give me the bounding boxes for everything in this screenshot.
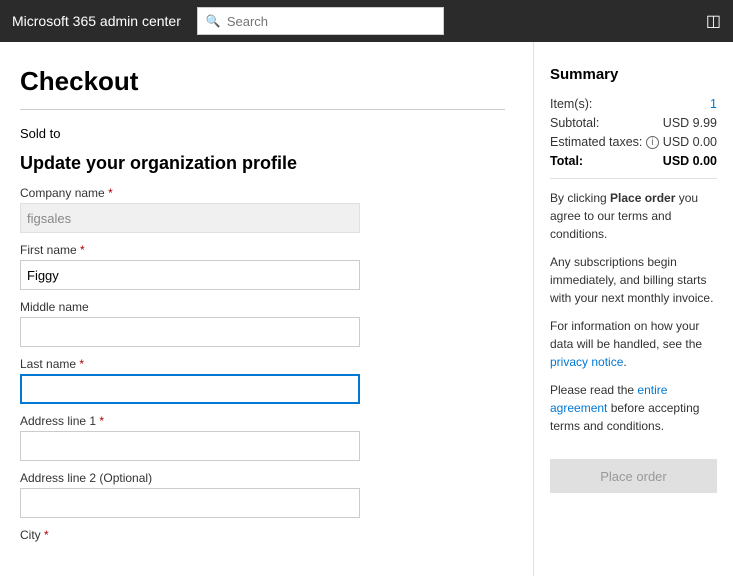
sold-to-label: Sold to xyxy=(20,126,505,141)
note2: Any subscriptions begin immediately, and… xyxy=(550,253,717,307)
tax-value: USD 0.00 xyxy=(663,135,717,149)
app-header: Microsoft 365 admin center 🔍 ◫ xyxy=(0,0,733,42)
section-title: Update your organization profile xyxy=(20,153,505,174)
middle-name-input[interactable] xyxy=(20,317,360,347)
subtotal-row: Subtotal: USD 9.99 xyxy=(550,116,717,130)
page-title: Checkout xyxy=(20,66,505,97)
last-name-group: Last name * xyxy=(20,357,505,404)
total-row: Total: USD 0.00 xyxy=(550,154,717,168)
company-name-input xyxy=(20,203,360,233)
total-label: Total: xyxy=(550,154,583,168)
address2-input[interactable] xyxy=(20,488,360,518)
total-value: USD 0.00 xyxy=(663,154,717,168)
grid-icon[interactable]: ◫ xyxy=(706,11,721,31)
last-name-input[interactable] xyxy=(20,374,360,404)
note3: For information on how your data will be… xyxy=(550,317,717,371)
search-icon: 🔍 xyxy=(206,14,221,28)
tax-label: Estimated taxes: i xyxy=(550,135,659,149)
first-name-group: First name * xyxy=(20,243,505,290)
items-row: Item(s): 1 xyxy=(550,97,717,111)
subtotal-label: Subtotal: xyxy=(550,116,599,130)
middle-name-label: Middle name xyxy=(20,300,505,314)
items-value: 1 xyxy=(710,97,717,111)
app-title: Microsoft 365 admin center xyxy=(12,13,181,29)
address1-label: Address line 1 * xyxy=(20,414,505,428)
company-name-label: Company name * xyxy=(20,186,505,200)
note1: By clicking Place order you agree to our… xyxy=(550,189,717,243)
city-label: City * xyxy=(20,528,505,542)
city-group: City * xyxy=(20,528,505,542)
subtotal-value: USD 9.99 xyxy=(663,116,717,130)
middle-name-group: Middle name xyxy=(20,300,505,347)
summary-divider xyxy=(550,178,717,179)
tax-info-icon[interactable]: i xyxy=(646,136,659,149)
first-name-label: First name * xyxy=(20,243,505,257)
summary-title: Summary xyxy=(550,66,717,83)
address2-group: Address line 2 (Optional) xyxy=(20,471,505,518)
main-container: Checkout Sold to Update your organizatio… xyxy=(0,42,733,576)
last-name-label: Last name * xyxy=(20,357,505,371)
items-label: Item(s): xyxy=(550,97,592,111)
search-input[interactable] xyxy=(227,14,436,29)
divider xyxy=(20,109,505,110)
first-name-input[interactable] xyxy=(20,260,360,290)
company-name-group: Company name * xyxy=(20,186,505,233)
place-order-button[interactable]: Place order xyxy=(550,459,717,493)
left-content: Checkout Sold to Update your organizatio… xyxy=(0,42,533,576)
address1-group: Address line 1 * xyxy=(20,414,505,461)
entire-agreement-link[interactable]: entire agreement xyxy=(550,383,667,415)
summary-panel: Summary Item(s): 1 Subtotal: USD 9.99 Es… xyxy=(533,42,733,576)
address1-input[interactable] xyxy=(20,431,360,461)
search-box[interactable]: 🔍 xyxy=(197,7,445,35)
tax-row: Estimated taxes: i USD 0.00 xyxy=(550,135,717,149)
note4: Please read the entire agreement before … xyxy=(550,381,717,435)
address2-label: Address line 2 (Optional) xyxy=(20,471,505,485)
privacy-notice-link[interactable]: privacy notice xyxy=(550,355,623,369)
